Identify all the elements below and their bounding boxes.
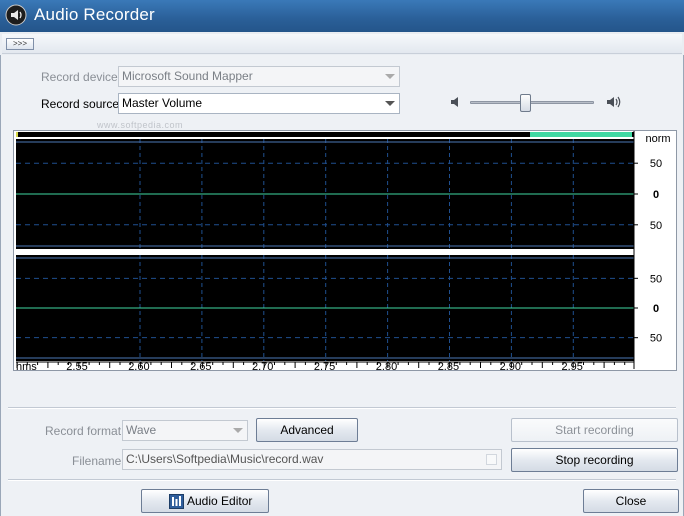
scale-tick-label: 0 [653, 189, 659, 201]
record-device-label: Record device: [41, 70, 122, 84]
volume-slider-track[interactable] [470, 101, 594, 104]
chevron-down-icon [385, 101, 395, 106]
audio-editor-label: Audio Editor [187, 494, 253, 508]
browse-icon[interactable] [486, 454, 497, 465]
record-source-select[interactable]: Master Volume [118, 93, 400, 114]
speaker-app-icon [5, 4, 27, 26]
level-meter-peak [16, 132, 18, 137]
scale-tick-label: 50 [650, 333, 662, 345]
time-tick-label: 2.65 [190, 361, 211, 370]
volume-low-icon [451, 97, 458, 107]
time-tick-label: 2.75 [314, 361, 335, 370]
record-source-label: Record source: [41, 97, 123, 111]
toolbar: >>> [2, 34, 682, 54]
scale-tick-label: 50 [650, 158, 662, 170]
time-tick-label: 2.80 [376, 361, 397, 370]
channel-divider [16, 250, 634, 254]
record-format-select[interactable]: Wave [122, 420, 248, 441]
audio-editor-icon [169, 494, 184, 509]
window-title: Audio Recorder [34, 5, 155, 24]
time-tick-label: 2.55 [66, 361, 87, 370]
record-source-value: Master Volume [122, 96, 203, 110]
time-tick-label: 2.90 [500, 361, 521, 370]
close-button[interactable]: Close [583, 489, 679, 513]
filename-field[interactable]: C:\Users\Softpedia\Music\record.wav [122, 449, 502, 470]
time-unit-label: hms [16, 361, 37, 370]
scale-tick-label: 50 [650, 273, 662, 285]
separator [8, 479, 676, 481]
scale-tick-label: 0 [653, 303, 659, 315]
stop-recording-button[interactable]: Stop recording [511, 448, 678, 472]
record-format-label: Record format: [45, 424, 125, 438]
waveform-display: norm 50 0 50 50 0 50 hms 2.55 2.60 2.65 2.70 2.75 2.8… [13, 130, 677, 373]
level-meter-fill [530, 132, 632, 137]
watermark: www.softpedia.com [97, 120, 184, 130]
record-device-value: Microsoft Sound Mapper [122, 69, 253, 83]
audio-editor-button[interactable]: Audio Editor [141, 489, 269, 513]
time-tick-label: 2.60 [128, 361, 149, 370]
chevron-down-icon [233, 428, 243, 433]
time-tick-label: 2.70 [252, 361, 273, 370]
advanced-button[interactable]: Advanced [256, 418, 358, 442]
start-recording-button[interactable]: Start recording [511, 418, 678, 442]
expand-button[interactable]: >>> [6, 38, 34, 50]
title-bar: Audio Recorder [0, 0, 684, 32]
scale-title: norm [645, 133, 670, 145]
separator [8, 407, 676, 409]
filename-value: C:\Users\Softpedia\Music\record.wav [126, 452, 324, 466]
time-tick-label: 2.85 [438, 361, 459, 370]
scale-tick-label: 50 [650, 220, 662, 232]
chevron-down-icon [385, 74, 395, 79]
record-device-select[interactable]: Microsoft Sound Mapper [118, 66, 400, 87]
volume-slider-thumb[interactable] [520, 94, 532, 112]
time-tick-label: 2.95 [561, 361, 582, 370]
waveform-canvas: norm 50 0 50 50 0 50 hms 2.55 2.60 2.65 2.70 2.75 2.8… [16, 131, 671, 373]
filename-label: Filename: [72, 454, 125, 468]
record-format-value: Wave [126, 423, 157, 437]
volume-high-icon [607, 96, 621, 108]
